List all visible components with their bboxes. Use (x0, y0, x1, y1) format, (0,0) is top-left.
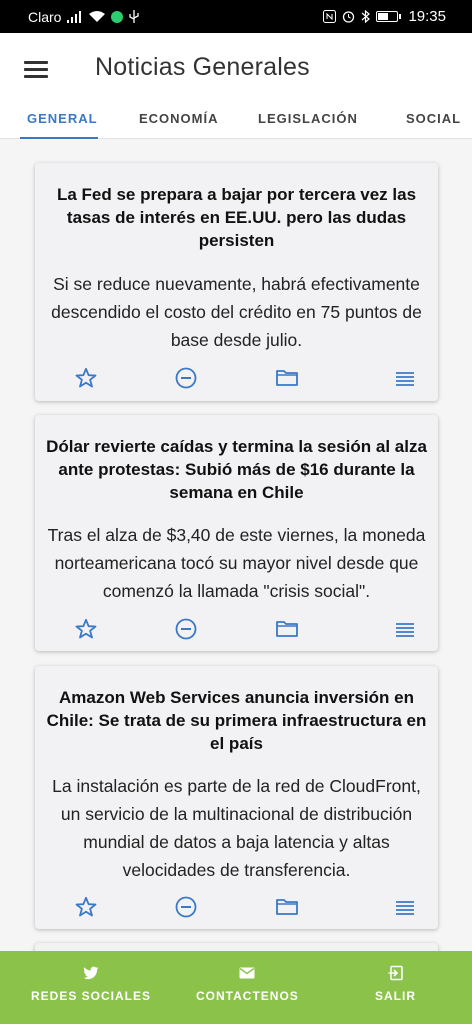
remove-circle-icon[interactable] (174, 617, 198, 641)
news-card-title: Dólar revierte caídas y termina la sesió… (46, 437, 427, 502)
bluetooth-icon (361, 10, 371, 23)
tab-social[interactable]: SOCIAL (406, 111, 461, 126)
social-networks-button[interactable]: REDES SOCIALES (31, 965, 151, 1003)
folder-icon[interactable] (275, 366, 299, 390)
folder-icon[interactable] (275, 617, 299, 641)
alarm-icon (342, 10, 355, 23)
app-bar: Noticias Generales (0, 33, 472, 105)
news-card[interactable] (35, 943, 438, 951)
news-card-summary: La instalación es parte de la red de Clo… (52, 776, 421, 880)
tab-economia[interactable]: ECONOMÍA (139, 111, 219, 126)
list-icon[interactable] (393, 366, 417, 390)
status-bar: Claro 19:35 (0, 0, 472, 33)
star-icon[interactable] (74, 617, 98, 641)
news-card[interactable]: La Fed se prepara a bajar por tercera ve… (35, 163, 438, 401)
twitter-icon (83, 966, 99, 980)
list-icon[interactable] (393, 895, 417, 919)
exit-label: SALIR (375, 989, 416, 1003)
list-icon[interactable] (393, 617, 417, 641)
remove-circle-icon[interactable] (174, 366, 198, 390)
contact-label: CONTACTENOS (196, 989, 299, 1003)
star-icon[interactable] (74, 895, 98, 919)
news-card-actions (35, 617, 438, 643)
usb-icon (129, 10, 140, 23)
tab-bar: GENERAL ECONOMÍA LEGISLACIÓN SOCIAL (0, 105, 472, 139)
news-card-actions (35, 895, 438, 921)
signal-icon (67, 10, 83, 23)
social-networks-label: REDES SOCIALES (31, 989, 152, 1003)
star-icon[interactable] (74, 366, 98, 390)
hamburger-menu-icon[interactable] (24, 59, 50, 79)
news-card[interactable]: Amazon Web Services anuncia inversión en… (35, 666, 438, 929)
tab-legislacion[interactable]: LEGISLACIÓN (258, 111, 358, 126)
wifi-icon (89, 10, 106, 23)
news-card[interactable]: Dólar revierte caídas y termina la sesió… (35, 415, 438, 651)
news-card-summary: Tras el alza de $3,40 de este viernes, l… (47, 525, 426, 601)
news-feed[interactable]: La Fed se prepara a bajar por tercera ve… (0, 139, 472, 951)
exit-icon (388, 965, 403, 981)
email-icon (239, 967, 255, 979)
app-badge-icon (111, 10, 124, 23)
news-card-title: Amazon Web Services anuncia inversión en… (46, 688, 427, 753)
news-card-actions (35, 366, 438, 392)
carrier-label: Claro (28, 8, 62, 25)
news-card-title: La Fed se prepara a bajar por tercera ve… (56, 185, 417, 250)
remove-circle-icon[interactable] (174, 895, 198, 919)
exit-button[interactable]: SALIR (375, 965, 416, 1003)
battery-icon (376, 11, 402, 22)
contact-button[interactable]: CONTACTENOS (196, 965, 299, 1003)
page-title: Noticias Generales (95, 53, 310, 81)
news-card-summary: Si se reduce nuevamente, habrá efectivam… (51, 274, 422, 350)
clock: 19:35 (408, 8, 446, 25)
tab-general[interactable]: GENERAL (27, 111, 98, 126)
folder-icon[interactable] (275, 895, 299, 919)
nfc-icon (323, 10, 337, 23)
bottom-navigation: REDES SOCIALES CONTACTENOS SALIR (0, 951, 472, 1024)
